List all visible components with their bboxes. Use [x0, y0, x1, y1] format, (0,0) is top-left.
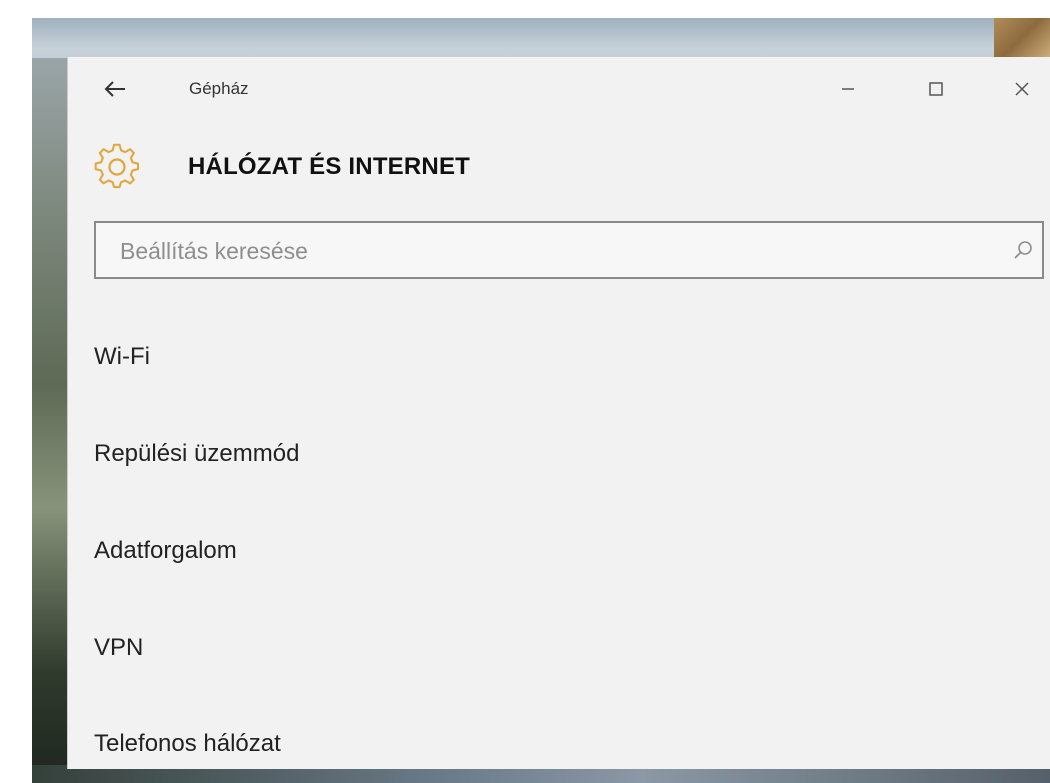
- nav-item-vpn[interactable]: VPN: [94, 634, 143, 662]
- desktop-wallpaper-left: [32, 58, 68, 783]
- back-button[interactable]: [98, 75, 132, 103]
- maximize-icon: [929, 82, 943, 96]
- gear-icon: [94, 143, 140, 189]
- title-bar: Gépház: [68, 57, 1050, 121]
- back-arrow-icon: [104, 81, 125, 97]
- page-header: HÁLÓZAT ÉS INTERNET: [68, 137, 1050, 199]
- close-button[interactable]: [1002, 73, 1042, 105]
- nav-item-data-usage[interactable]: Adatforgalom: [94, 537, 237, 565]
- nav-item-airplane-mode[interactable]: Repülési üzemmód: [94, 440, 299, 468]
- search-icon[interactable]: [1012, 239, 1034, 261]
- page-title: HÁLÓZAT ÉS INTERNET: [188, 153, 471, 180]
- nav-item-cellular[interactable]: Telefonos hálózat: [94, 730, 281, 758]
- close-icon: [1015, 82, 1029, 96]
- search-input[interactable]: [118, 223, 982, 279]
- desktop-wallpaper-corner: [994, 18, 1050, 58]
- search-box[interactable]: [94, 221, 1044, 279]
- nav-item-wifi[interactable]: Wi-Fi: [94, 343, 150, 371]
- settings-window: Gépház HÁLÓZAT ÉS INTERNET Beállítás ker…: [68, 57, 1050, 769]
- minimize-icon: [842, 88, 854, 90]
- minimize-button[interactable]: [828, 73, 868, 105]
- app-name: Gépház: [189, 79, 249, 98]
- maximize-button[interactable]: [916, 73, 956, 105]
